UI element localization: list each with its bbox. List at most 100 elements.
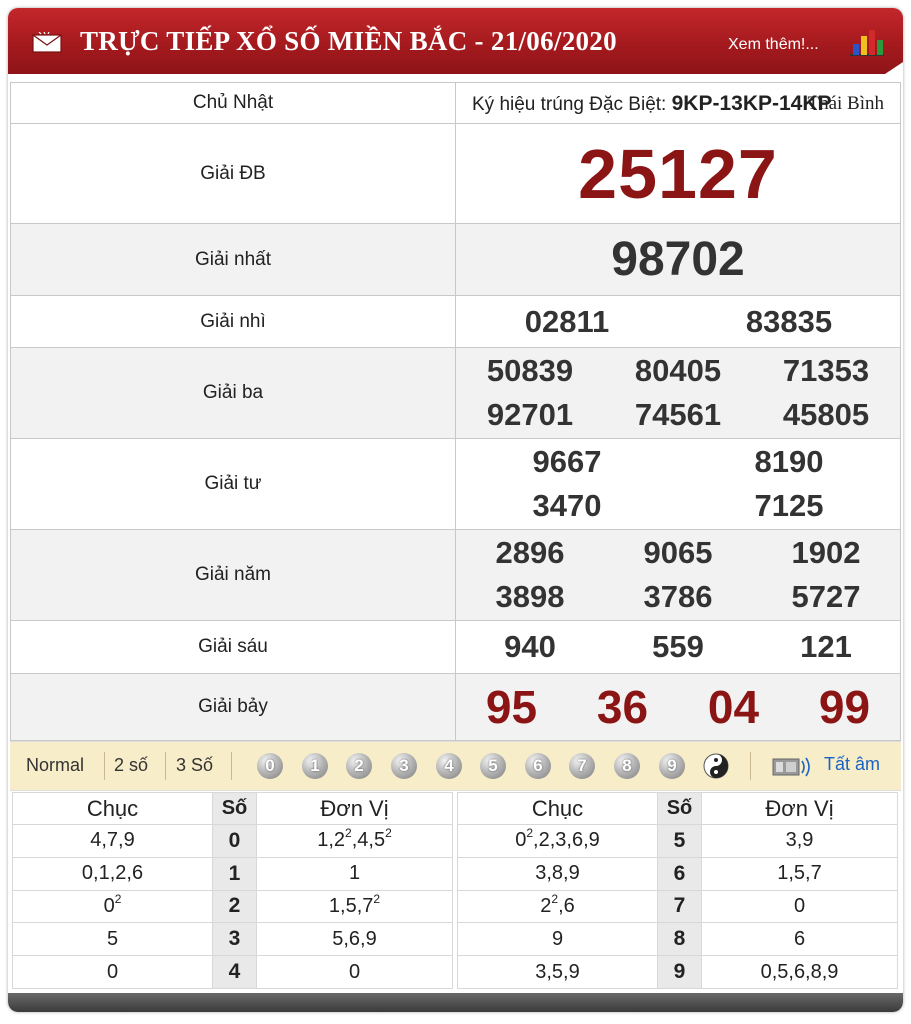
tens-header: Chục	[12, 792, 213, 825]
toolbar-separator	[750, 752, 751, 780]
stats-row: 02,2,3,6,9 5 3,9	[457, 824, 898, 858]
prize-row-db: Giải ĐB 25127	[10, 123, 901, 224]
prize-number: 121	[800, 629, 852, 664]
prize-number: 74561	[634, 397, 722, 432]
prize-number: 45805	[782, 397, 870, 432]
option-3-digits[interactable]: 3 Số	[176, 755, 213, 776]
digit-ball-4[interactable]: 4	[436, 753, 462, 779]
prize-row-2: Giải nhì 02811 83835	[10, 295, 901, 348]
tens-values: 02	[12, 889, 213, 924]
prize-number: 92701	[486, 397, 574, 432]
stats-row: 22,6 7 0	[457, 889, 898, 924]
units-values: 1	[256, 856, 453, 891]
prize-number: 2896	[495, 535, 565, 570]
day-of-week: Chủ Nhật	[10, 82, 456, 124]
prize-label: Giải ĐB	[10, 123, 456, 224]
digit-ball-6[interactable]: 6	[525, 753, 551, 779]
units-values: 3,9	[701, 824, 898, 858]
toolbar-separator	[231, 752, 232, 780]
prize-row-4: Giải tư 9667 8190 3470 7125	[10, 438, 901, 530]
tens-values: 5	[12, 922, 213, 957]
tens-values: 3,5,9	[457, 955, 658, 989]
special-symbol-label: Ký hiệu trúng Đặc Biệt:	[472, 94, 667, 115]
units-header: Đơn Vị	[256, 792, 453, 825]
prize-values: 02811 83835	[455, 295, 901, 348]
prize-number: 36	[596, 681, 649, 733]
digit-cell: 7	[657, 889, 702, 924]
prize-number: 04	[707, 681, 760, 733]
header-divider	[8, 74, 903, 78]
prize-row-1: Giải nhất 98702	[10, 223, 901, 296]
prize-number: 1902	[791, 535, 861, 570]
special-symbol-cell: Ký hiệu trúng Đặc Biệt: 9KP-13KP-14KP Th…	[455, 82, 901, 124]
stats-header-row: Chục Số Đơn Vị	[12, 792, 453, 825]
prize-number: 95	[485, 681, 538, 733]
yin-yang-icon[interactable]	[703, 753, 729, 779]
prize-label: Giải năm	[10, 529, 456, 621]
head-tail-table-right: Chục Số Đơn Vị 02,2,3,6,9 5 3,9 3,8,9 6 1,5,7…	[457, 792, 898, 989]
digit-cell: 1	[212, 856, 257, 891]
prize-number: 9065	[643, 535, 713, 570]
digit-ball-1[interactable]: 1	[302, 753, 328, 779]
digit-ball-0[interactable]: 0	[257, 753, 283, 779]
prize-number: 559	[652, 629, 704, 664]
digit-ball-3[interactable]: 3	[391, 753, 417, 779]
speaker-icon[interactable]	[772, 755, 812, 779]
see-more-link[interactable]: Xem thêm!...	[728, 36, 819, 54]
units-values: 0	[256, 955, 453, 989]
prize-row-5: Giải năm 2896 9065 1902 3898 3786 5727	[10, 529, 901, 621]
first-prize-number: 98702	[611, 233, 745, 286]
tens-values: 9	[457, 922, 658, 957]
results-table: Chủ Nhật Ký hiệu trúng Đặc Biệt: 9KP-13K…	[10, 82, 901, 741]
toolbar-separator	[165, 752, 166, 780]
lottery-results-panel: TRỰC TIẾP XỔ SỐ MIỀN BẮC - 21/06/2020 Xe…	[8, 8, 903, 1012]
prize-values: 25127	[455, 123, 901, 224]
stats-header-row: Chục Số Đơn Vị	[457, 792, 898, 825]
tens-values: 22,6	[457, 889, 658, 924]
digit-header: Số	[212, 792, 257, 825]
option-2-digits[interactable]: 2 số	[114, 755, 148, 776]
digit-ball-2[interactable]: 2	[346, 753, 372, 779]
digit-ball-9[interactable]: 9	[659, 753, 685, 779]
digit-ball-5[interactable]: 5	[480, 753, 506, 779]
toolbar-separator	[104, 752, 105, 780]
prize-label: Giải tư	[10, 438, 456, 530]
tens-values: 02,2,3,6,9	[457, 824, 658, 858]
special-symbol: Ký hiệu trúng Đặc Biệt: 9KP-13KP-14KP	[472, 92, 832, 116]
mail-icon[interactable]	[32, 32, 62, 53]
prize-label: Giải ba	[10, 347, 456, 439]
tens-values: 4,7,9	[12, 824, 213, 858]
units-values: 5,6,9	[256, 922, 453, 957]
prize-number: 9667	[532, 444, 602, 479]
stats-row: 02 2 1,5,72	[12, 889, 453, 924]
mute-sound-button[interactable]: Tất âm	[824, 754, 880, 775]
prize-number: 940	[504, 629, 556, 664]
prize-number: 71353	[782, 353, 870, 388]
info-row: Chủ Nhật Ký hiệu trúng Đặc Biệt: 9KP-13K…	[10, 82, 901, 124]
prize-label: Giải nhì	[10, 295, 456, 348]
units-values: 1,22,4,52	[256, 824, 453, 858]
digit-cell: 6	[657, 856, 702, 891]
units-values: 0,5,6,8,9	[701, 955, 898, 989]
digit-cell: 4	[212, 955, 257, 989]
head-tail-table-left: Chục Số Đơn Vị 4,7,9 0 1,22,4,52 0,1,2,6 1 1 0…	[12, 792, 453, 989]
prize-label: Giải sáu	[10, 620, 456, 674]
prize-values: 98702	[455, 223, 901, 296]
digit-cell: 9	[657, 955, 702, 989]
digit-cell: 3	[212, 922, 257, 957]
tens-values: 0	[12, 955, 213, 989]
digit-cell: 0	[212, 824, 257, 858]
prize-number: 3470	[532, 488, 602, 523]
results-title: TRỰC TIẾP XỔ SỐ MIỀN BẮC - 21/06/2020	[80, 26, 617, 56]
prize-number: 3898	[495, 579, 565, 614]
units-values: 1,5,7	[701, 856, 898, 891]
stats-row: 986	[457, 922, 898, 957]
option-normal[interactable]: Normal	[26, 755, 84, 776]
prize-values: 9667 8190 3470 7125	[455, 438, 901, 530]
digit-ball-7[interactable]: 7	[569, 753, 595, 779]
stats-row: 0,1,2,6 1 1	[12, 856, 453, 891]
prize-number: 50839	[486, 353, 574, 388]
prize-number: 5727	[791, 579, 861, 614]
digit-ball-8[interactable]: 8	[614, 753, 640, 779]
bar-chart-icon[interactable]	[849, 26, 885, 56]
